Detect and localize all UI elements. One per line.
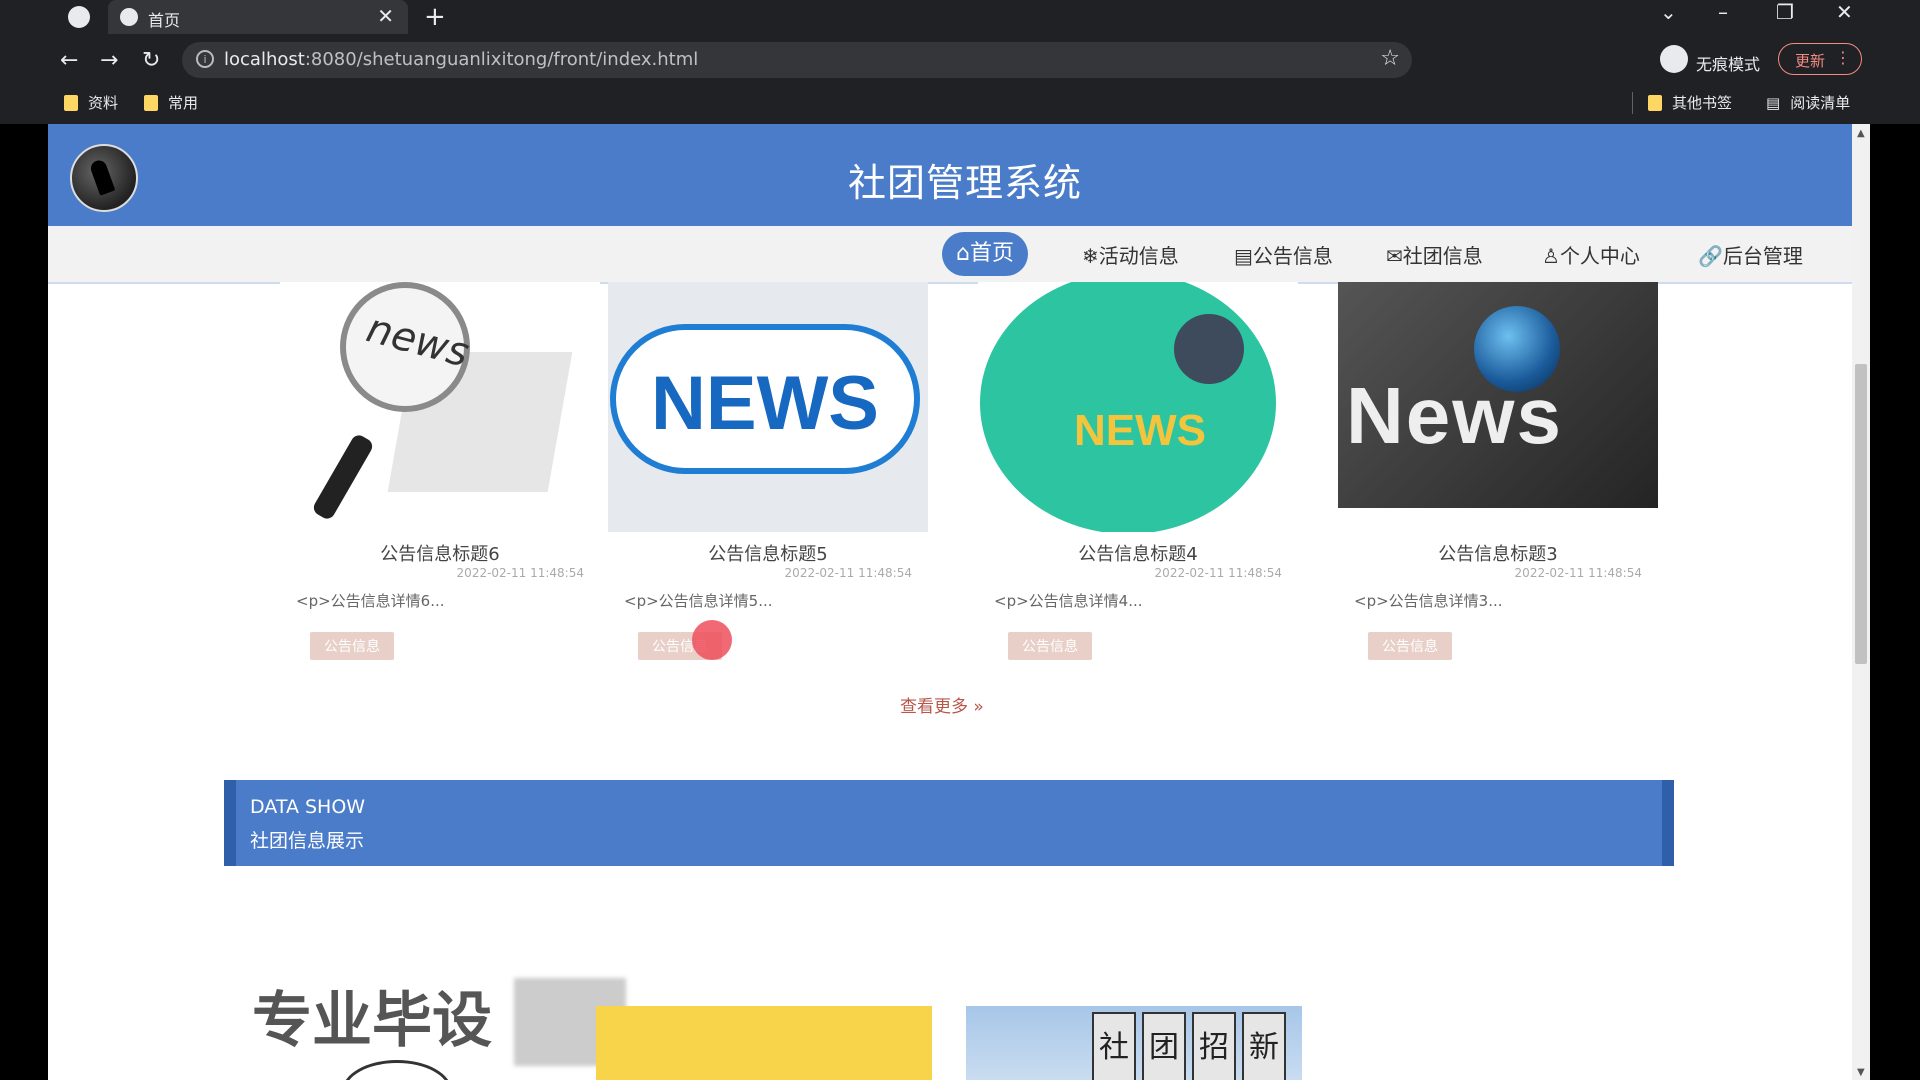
forward-icon[interactable]: →	[100, 48, 118, 73]
folder-icon	[144, 95, 158, 111]
incognito-label: 无痕模式	[1696, 55, 1761, 74]
document-icon: ▤	[1234, 244, 1253, 268]
notice-date: 2022-02-11 11:48:54	[456, 566, 584, 580]
snowflake-icon: ❄	[1082, 244, 1099, 268]
reload-icon[interactable]: ↻	[142, 48, 160, 73]
notice-image[interactable]: NEWS	[978, 282, 1298, 532]
close-icon[interactable]: ✕	[377, 4, 394, 28]
bookmarks-bar: 资料 常用 其他书签 ▤ 阅读清单	[0, 88, 1920, 118]
user-icon: ♙	[1542, 244, 1560, 268]
link-icon: 🔗	[1698, 244, 1723, 268]
notice-tag-button[interactable]: 公告信息	[1368, 632, 1452, 660]
scroll-down-icon[interactable]: ▼	[1857, 1067, 1865, 1078]
view-more-link[interactable]: 查看更多 »	[900, 692, 984, 717]
notice-title[interactable]: 公告信息标题5	[608, 540, 928, 566]
menu-dots-icon[interactable]: ⋮	[1835, 48, 1851, 67]
notice-title[interactable]: 公告信息标题3	[1338, 540, 1658, 566]
scroll-thumb[interactable]	[1855, 364, 1867, 664]
section-title-en: DATA SHOW	[250, 796, 366, 818]
data-show-banner: DATA SHOW 社团信息展示	[224, 780, 1674, 866]
notice-tag-button[interactable]: 公告信息	[310, 632, 394, 660]
main-nav: ⌂首页 ❄活动信息 ▤公告信息 ✉社团信息 ♙个人中心 🔗后台管理	[48, 226, 1852, 284]
notice-tag-button[interactable]: 公告信息	[1008, 632, 1092, 660]
bookmark-folder[interactable]: 资料	[64, 92, 118, 113]
nav-clubs[interactable]: ✉社团信息	[1386, 240, 1483, 269]
mail-icon: ✉	[1386, 244, 1403, 268]
nav-notices[interactable]: ▤公告信息	[1234, 240, 1333, 269]
nav-profile[interactable]: ♙个人中心	[1542, 240, 1640, 269]
close-window-icon[interactable]: ✕	[1836, 0, 1853, 24]
notice-desc: <p>公告信息详情4...	[994, 592, 1143, 610]
notice-desc: <p>公告信息详情5...	[624, 592, 773, 610]
folder-icon	[1648, 95, 1662, 111]
new-tab-icon[interactable]: +	[424, 2, 446, 32]
reading-list[interactable]: ▤ 阅读清单	[1766, 92, 1850, 113]
incognito-icon	[1660, 45, 1688, 73]
update-label: 更新	[1795, 52, 1826, 70]
tab-bar: 首页 ✕ + ⌄ – ❐ ✕	[0, 0, 1920, 34]
globe-icon	[120, 8, 138, 26]
restore-icon[interactable]: ❐	[1776, 0, 1794, 24]
section-title-cn: 社团信息展示	[250, 830, 365, 852]
nav-home[interactable]: ⌂首页	[942, 232, 1028, 276]
notice-image[interactable]: news	[280, 282, 600, 532]
click-indicator	[692, 620, 732, 660]
address-row: ← → ↻ i localhost:8080/shetuanguanlixito…	[0, 40, 1920, 82]
nav-activities[interactable]: ❄活动信息	[1082, 240, 1179, 269]
divider	[1632, 92, 1633, 114]
folder-icon	[64, 95, 78, 111]
notice-card[interactable]: NEWS 公告信息标题5 2022-02-11 11:48:54 <p>公告信息…	[608, 282, 928, 667]
club-image[interactable]: 社 团 招 新	[966, 1006, 1302, 1080]
web-page: 社团管理系统 ⌂首页 ❄活动信息 ▤公告信息 ✉社团信息 ♙个人中心 🔗后台管理…	[48, 124, 1852, 1080]
scroll-up-icon[interactable]: ▲	[1857, 128, 1865, 139]
notice-date: 2022-02-11 11:48:54	[1514, 566, 1642, 580]
notice-card[interactable]: News 公告信息标题3 2022-02-11 11:48:54 <p>公告信息…	[1338, 282, 1658, 667]
back-icon[interactable]: ←	[60, 48, 78, 73]
notice-date: 2022-02-11 11:48:54	[784, 566, 912, 580]
minimize-icon[interactable]: –	[1718, 0, 1728, 24]
bookmark-folder[interactable]: 常用	[144, 92, 198, 113]
home-icon: ⌂	[956, 241, 970, 266]
update-button[interactable]: 更新 ⋮	[1778, 43, 1862, 75]
reading-list-icon: ▤	[1766, 94, 1781, 112]
site-header: 社团管理系统	[48, 124, 1852, 226]
notice-title[interactable]: 公告信息标题6	[280, 540, 600, 566]
other-bookmarks[interactable]: 其他书签	[1648, 92, 1732, 113]
url-text[interactable]: localhost:8080/shetuanguanlixitong/front…	[224, 49, 698, 70]
notice-date: 2022-02-11 11:48:54	[1154, 566, 1282, 580]
nav-admin[interactable]: 🔗后台管理	[1698, 240, 1803, 269]
notice-card[interactable]: NEWS 公告信息标题4 2022-02-11 11:48:54 <p>公告信息…	[978, 282, 1298, 667]
club-image[interactable]	[596, 1006, 932, 1080]
notice-image[interactable]: NEWS	[608, 282, 928, 532]
site-title: 社团管理系统	[847, 161, 1082, 205]
tab-search-icon[interactable]: ⌄	[1660, 0, 1677, 24]
globe-icon[interactable]	[68, 6, 90, 28]
notice-card[interactable]: news 公告信息标题6 2022-02-11 11:48:54 <p>公告信息…	[280, 282, 600, 667]
microphone-icon	[1174, 314, 1244, 384]
browser-chrome: 首页 ✕ + ⌄ – ❐ ✕ ← → ↻ i localhost:8080/sh…	[0, 0, 1920, 124]
notice-desc: <p>公告信息详情6...	[296, 592, 445, 610]
promo-text: 专业毕设	[252, 986, 492, 1056]
page-scrollbar[interactable]: ▲ ▼	[1852, 124, 1870, 1080]
address-bar[interactable]: i localhost:8080/shetuanguanlixitong/fro…	[182, 42, 1412, 78]
notice-title[interactable]: 公告信息标题4	[978, 540, 1298, 566]
browser-tab[interactable]: 首页 ✕	[108, 0, 408, 34]
notice-image[interactable]: News	[1338, 282, 1658, 532]
circle-graphic	[342, 1060, 452, 1080]
bookmark-star-icon[interactable]: ☆	[1380, 46, 1400, 71]
info-icon[interactable]: i	[196, 50, 214, 68]
notice-desc: <p>公告信息详情3...	[1354, 592, 1503, 610]
tab-title: 首页	[148, 11, 181, 30]
